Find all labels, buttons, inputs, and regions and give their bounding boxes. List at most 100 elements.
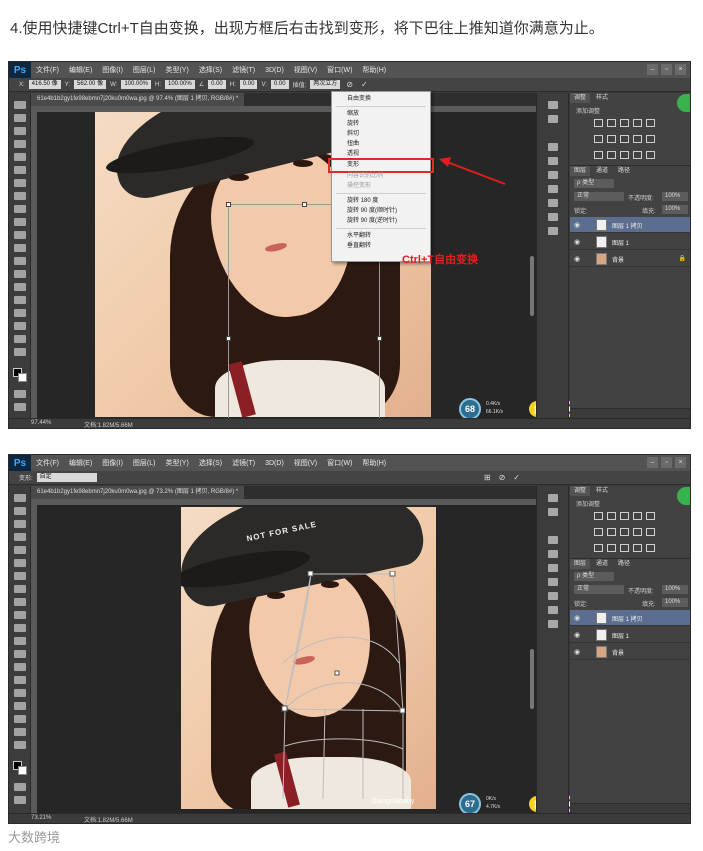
ctx-flip-horizontal[interactable]: 水平翻转 [332, 231, 430, 241]
layer-row[interactable]: ◉ 背景 🔒 [570, 251, 690, 267]
document-tab[interactable]: 61e4b1b2gy1fe98ebmn7j20ku0m0wa.jpg @ 97.… [31, 93, 245, 106]
ctx-rotate-90-ccw[interactable]: 旋转 90 度(逆时针) [332, 216, 430, 226]
exposure-icon[interactable] [633, 119, 642, 127]
background-color-swatch[interactable] [18, 766, 27, 775]
stamp-tool-icon[interactable] [14, 205, 26, 213]
play-actions-icon[interactable] [548, 115, 558, 123]
side-badge-icon[interactable] [677, 94, 690, 112]
clone-source-icon[interactable] [548, 578, 558, 586]
vertical-scrollbar[interactable] [530, 256, 534, 316]
screen-mode-icon[interactable] [14, 796, 26, 804]
tab-layers[interactable]: 图层 [570, 166, 591, 176]
invert-icon[interactable] [594, 544, 603, 552]
menu-window[interactable]: 窗口(W) [322, 65, 357, 75]
vertical-scrollbar[interactable] [530, 649, 534, 709]
visibility-eye-icon[interactable]: ◉ [574, 648, 580, 656]
paragraph-panel-icon[interactable] [548, 606, 558, 614]
warp-mode-select[interactable]: 自定 [36, 473, 97, 482]
warp-handle[interactable] [307, 571, 314, 577]
x-field[interactable]: 416.50 像 [28, 80, 61, 89]
type-tool-icon[interactable] [14, 689, 26, 697]
maximize-icon[interactable]: ▫ [661, 64, 672, 75]
move-tool-icon[interactable] [14, 101, 26, 109]
menu-edit[interactable]: 编辑(E) [64, 65, 97, 75]
vibrance-icon[interactable] [646, 512, 655, 520]
color-balance-icon[interactable] [607, 135, 616, 143]
brush-tool-icon[interactable] [14, 585, 26, 593]
path-select-tool-icon[interactable] [14, 309, 26, 317]
channel-mixer-icon[interactable] [646, 135, 655, 143]
lasso-tool-icon[interactable] [14, 127, 26, 135]
brightness-icon[interactable] [594, 512, 603, 520]
pen-tool-icon[interactable] [14, 283, 26, 291]
eyedropper-tool-icon[interactable] [14, 166, 26, 174]
quick-select-tool-icon[interactable] [14, 140, 26, 148]
v-skew-field[interactable]: 0.00 [270, 80, 289, 89]
layer-kind-filter[interactable]: ρ 类型 [574, 572, 614, 581]
posterize-icon[interactable] [607, 151, 616, 159]
blend-mode-select[interactable]: 正常 [574, 585, 624, 594]
menu-3d[interactable]: 3D(D) [260, 67, 289, 74]
ctx-skew[interactable]: 斜切 [332, 129, 430, 139]
channel-mixer-icon[interactable] [646, 528, 655, 536]
gradient-tool-icon[interactable] [14, 637, 26, 645]
warp-handle[interactable] [389, 571, 396, 577]
crop-tool-icon[interactable] [14, 153, 26, 161]
menu-select[interactable]: 选择(S) [194, 458, 227, 468]
background-color-swatch[interactable] [18, 373, 27, 382]
invert-icon[interactable] [594, 151, 603, 159]
transform-handle[interactable] [302, 202, 307, 207]
maximize-icon[interactable]: ▫ [661, 457, 672, 468]
menu-view[interactable]: 视图(V) [289, 458, 322, 468]
info-panel-icon[interactable] [548, 227, 558, 235]
close-icon[interactable]: × [675, 64, 686, 75]
visibility-eye-icon[interactable]: ◉ [574, 238, 580, 246]
curves-icon[interactable] [620, 119, 629, 127]
screen-mode-icon[interactable] [14, 403, 26, 411]
tab-adjustments[interactable]: 调整 [570, 486, 591, 496]
menu-help[interactable]: 帮助(H) [357, 65, 391, 75]
visibility-eye-icon[interactable]: ◉ [574, 255, 580, 263]
marquee-tool-icon[interactable] [14, 114, 26, 122]
curves-icon[interactable] [620, 512, 629, 520]
ctx-rotate-90-cw[interactable]: 旋转 90 度(顺时针) [332, 206, 430, 216]
transform-handle[interactable] [377, 336, 382, 341]
tab-channels[interactable]: 通道 [592, 166, 612, 176]
warp-handle[interactable] [399, 707, 405, 714]
h-field[interactable]: 100.00% [165, 80, 195, 89]
eraser-tool-icon[interactable] [14, 624, 26, 632]
visibility-eye-icon[interactable]: ◉ [574, 221, 580, 229]
layer-row[interactable]: ◉ 图层 1 拷贝 [570, 217, 690, 233]
black-white-icon[interactable] [620, 528, 629, 536]
hand-tool-icon[interactable] [14, 335, 26, 343]
transform-handle[interactable] [226, 202, 231, 207]
zoom-tool-icon[interactable] [14, 741, 26, 749]
visibility-eye-icon[interactable]: ◉ [574, 614, 580, 622]
layer-kind-filter[interactable]: ρ 类型 [574, 179, 614, 188]
selective-color-icon[interactable] [646, 151, 655, 159]
visibility-eye-icon[interactable]: ◉ [574, 631, 580, 639]
ctx-rotate[interactable]: 旋转 [332, 119, 430, 129]
menu-file[interactable]: 文件(F) [31, 458, 64, 468]
hue-sat-icon[interactable] [594, 528, 603, 536]
tab-adjustments[interactable]: 调整 [570, 93, 591, 103]
photo-filter-icon[interactable] [633, 135, 642, 143]
history-panel-icon[interactable] [548, 494, 558, 502]
zoom-tool-icon[interactable] [14, 348, 26, 356]
menu-image[interactable]: 图像(I) [97, 458, 128, 468]
gradient-map-icon[interactable] [633, 544, 642, 552]
opacity-field[interactable]: 100% [662, 192, 688, 201]
menu-filter[interactable]: 滤镜(T) [227, 458, 260, 468]
threshold-icon[interactable] [620, 151, 629, 159]
angle-field[interactable]: 0.00 [208, 80, 226, 89]
menu-image[interactable]: 图像(I) [97, 65, 128, 75]
menu-filter[interactable]: 滤镜(T) [227, 65, 260, 75]
brush-panel-icon[interactable] [548, 171, 558, 179]
dodge-tool-icon[interactable] [14, 663, 26, 671]
eyedropper-tool-icon[interactable] [14, 559, 26, 567]
tab-paths[interactable]: 路径 [614, 559, 634, 569]
commit-transform-icon[interactable]: ✓ [361, 80, 368, 89]
commit-transform-icon[interactable]: ✓ [513, 473, 520, 482]
shape-tool-icon[interactable] [14, 715, 26, 723]
gradient-tool-icon[interactable] [14, 244, 26, 252]
